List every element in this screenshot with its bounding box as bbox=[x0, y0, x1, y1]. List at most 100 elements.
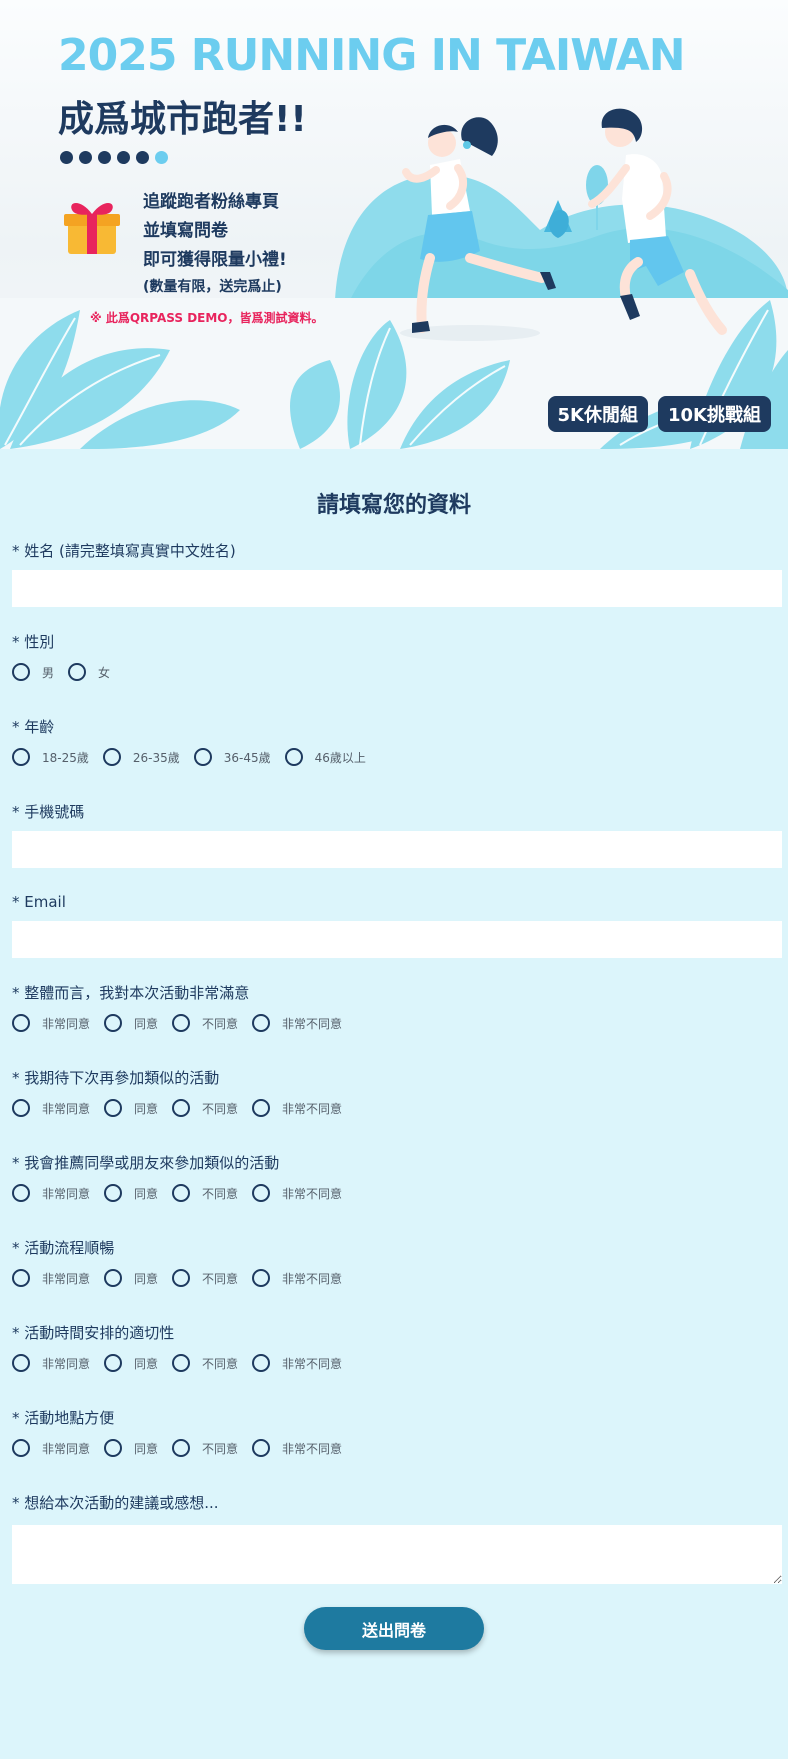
radio-button[interactable] bbox=[12, 1014, 30, 1032]
hero-banner: 2025 RUNNING IN TAIWAN 成爲城市跑者!! 追蹤跑者粉絲專頁… bbox=[0, 0, 788, 449]
banner-subtitle: 成爲城市跑者!! bbox=[58, 99, 307, 140]
radio-button[interactable] bbox=[12, 1354, 30, 1372]
likert-option-agree[interactable]: 同意 bbox=[104, 1354, 158, 1372]
radio-label: 36-45歲 bbox=[223, 750, 271, 765]
carousel-dot bbox=[60, 151, 73, 164]
name-input[interactable] bbox=[12, 570, 782, 607]
radio-label: 18-25歲 bbox=[42, 750, 89, 765]
age-options: 18-25歲 26-35歲 36-45歲 46歲以上 bbox=[12, 747, 776, 767]
gender-option-female[interactable]: 女 bbox=[68, 663, 110, 681]
demo-disclaimer: ※ 此爲QRPASS DEMO，皆爲測試資料。 bbox=[90, 311, 324, 325]
radio-button[interactable] bbox=[104, 1014, 123, 1032]
radio-button[interactable] bbox=[172, 1439, 191, 1457]
likert-option-strongly-disagree[interactable]: 非常不同意 bbox=[252, 1014, 342, 1032]
likert-option-agree[interactable]: 同意 bbox=[104, 1099, 158, 1117]
promo-line: 並填寫問卷 bbox=[143, 221, 228, 241]
q4-field-group: * 活動流程順暢 非常同意 同意 不同意 非常不同意 bbox=[12, 1237, 776, 1288]
likert-option-agree[interactable]: 同意 bbox=[104, 1439, 158, 1457]
radio-button[interactable] bbox=[102, 748, 121, 766]
radio-label: 非常不同意 bbox=[282, 1441, 343, 1456]
name-field-group: * 姓名 (請完整填寫真實中文姓名) bbox=[12, 540, 782, 607]
likert-option-strongly-disagree[interactable]: 非常不同意 bbox=[252, 1439, 342, 1457]
carousel-dot-active bbox=[155, 151, 168, 164]
carousel-dot bbox=[98, 151, 111, 164]
gender-option-male[interactable]: 男 bbox=[12, 663, 54, 681]
radio-label: 同意 bbox=[134, 1271, 159, 1286]
radio-label: 非常不同意 bbox=[282, 1186, 343, 1201]
q6-label: * 活動地點方便 bbox=[12, 1409, 115, 1427]
email-input[interactable] bbox=[12, 921, 782, 958]
likert-option-agree[interactable]: 同意 bbox=[104, 1014, 158, 1032]
gender-options: 男 女 bbox=[12, 662, 776, 682]
radio-label: 非常不同意 bbox=[282, 1101, 343, 1116]
radio-button[interactable] bbox=[12, 1269, 30, 1287]
radio-button[interactable] bbox=[252, 1099, 271, 1117]
promo-line: 即可獲得限量小禮! bbox=[143, 250, 287, 270]
likert-option-strongly-agree[interactable]: 非常同意 bbox=[12, 1439, 90, 1457]
email-label: * Email bbox=[12, 893, 66, 911]
age-field-group: * 年齡 18-25歲 26-35歲 36-45歲 46歲以上 bbox=[12, 716, 776, 767]
likert-option-strongly-disagree[interactable]: 非常不同意 bbox=[252, 1354, 342, 1372]
likert-option-strongly-agree[interactable]: 非常同意 bbox=[12, 1184, 90, 1202]
age-option-26-35[interactable]: 26-35歲 bbox=[102, 748, 180, 766]
radio-label: 不同意 bbox=[202, 1356, 239, 1371]
q2-label: * 我期待下次再參加類似的活動 bbox=[12, 1069, 220, 1087]
radio-button[interactable] bbox=[193, 748, 212, 766]
phone-input[interactable] bbox=[12, 831, 782, 868]
likert-option-disagree[interactable]: 不同意 bbox=[172, 1354, 238, 1372]
likert-option-strongly-agree[interactable]: 非常同意 bbox=[12, 1269, 90, 1287]
radio-button[interactable] bbox=[104, 1354, 123, 1372]
likert-option-agree[interactable]: 同意 bbox=[104, 1184, 158, 1202]
radio-button[interactable] bbox=[12, 1099, 30, 1117]
likert-option-disagree[interactable]: 不同意 bbox=[172, 1099, 238, 1117]
likert-option-strongly-disagree[interactable]: 非常不同意 bbox=[252, 1269, 342, 1287]
radio-button[interactable] bbox=[104, 1269, 123, 1287]
likert-option-agree[interactable]: 同意 bbox=[104, 1269, 158, 1287]
radio-label: 同意 bbox=[134, 1101, 159, 1116]
age-option-18-25[interactable]: 18-25歲 bbox=[12, 748, 89, 766]
likert-option-disagree[interactable]: 不同意 bbox=[172, 1014, 238, 1032]
feedback-textarea[interactable] bbox=[12, 1525, 782, 1584]
radio-label: 同意 bbox=[134, 1016, 159, 1031]
radio-button[interactable] bbox=[252, 1439, 271, 1457]
radio-button[interactable] bbox=[104, 1439, 123, 1457]
radio-button[interactable] bbox=[172, 1184, 191, 1202]
submit-button[interactable]: 送出問卷 bbox=[304, 1607, 484, 1650]
radio-button[interactable] bbox=[172, 1354, 191, 1372]
radio-button[interactable] bbox=[172, 1014, 191, 1032]
likert-option-strongly-agree[interactable]: 非常同意 bbox=[12, 1014, 90, 1032]
radio-button[interactable] bbox=[252, 1354, 271, 1372]
likert-option-strongly-disagree[interactable]: 非常不同意 bbox=[252, 1184, 342, 1202]
radio-label: 非常不同意 bbox=[282, 1271, 343, 1286]
radio-button[interactable] bbox=[12, 1439, 30, 1457]
radio-label: 非常不同意 bbox=[282, 1356, 343, 1371]
q5-options: 非常同意 同意 不同意 非常不同意 bbox=[12, 1353, 776, 1373]
likert-option-strongly-disagree[interactable]: 非常不同意 bbox=[252, 1099, 342, 1117]
q6-field-group: * 活動地點方便 非常同意 同意 不同意 非常不同意 bbox=[12, 1407, 776, 1458]
likert-option-disagree[interactable]: 不同意 bbox=[172, 1439, 238, 1457]
likert-option-strongly-agree[interactable]: 非常同意 bbox=[12, 1099, 90, 1117]
radio-button[interactable] bbox=[252, 1014, 271, 1032]
radio-button[interactable] bbox=[252, 1269, 271, 1287]
radio-button[interactable] bbox=[68, 663, 87, 681]
q2-field-group: * 我期待下次再參加類似的活動 非常同意 同意 不同意 非常不同意 bbox=[12, 1067, 776, 1118]
radio-button[interactable] bbox=[172, 1269, 191, 1287]
likert-option-disagree[interactable]: 不同意 bbox=[172, 1184, 238, 1202]
radio-button[interactable] bbox=[12, 748, 30, 766]
radio-label: 非常同意 bbox=[42, 1186, 91, 1201]
banner-title: 2025 RUNNING IN TAIWAN bbox=[58, 30, 686, 81]
age-option-36-45[interactable]: 36-45歲 bbox=[193, 748, 271, 766]
radio-label: 非常同意 bbox=[42, 1271, 91, 1286]
survey-form: 請填寫您的資料 * 姓名 (請完整填寫真實中文姓名) * 性別 男 女 * 年齡… bbox=[0, 487, 788, 1650]
radio-button[interactable] bbox=[172, 1099, 191, 1117]
age-option-46-plus[interactable]: 46歲以上 bbox=[284, 748, 366, 766]
likert-option-strongly-agree[interactable]: 非常同意 bbox=[12, 1354, 90, 1372]
radio-button[interactable] bbox=[12, 1184, 30, 1202]
radio-button[interactable] bbox=[252, 1184, 271, 1202]
radio-button[interactable] bbox=[12, 663, 30, 681]
likert-option-disagree[interactable]: 不同意 bbox=[172, 1269, 238, 1287]
radio-label: 不同意 bbox=[202, 1101, 239, 1116]
radio-button[interactable] bbox=[104, 1099, 123, 1117]
radio-button[interactable] bbox=[284, 748, 303, 766]
radio-button[interactable] bbox=[104, 1184, 123, 1202]
